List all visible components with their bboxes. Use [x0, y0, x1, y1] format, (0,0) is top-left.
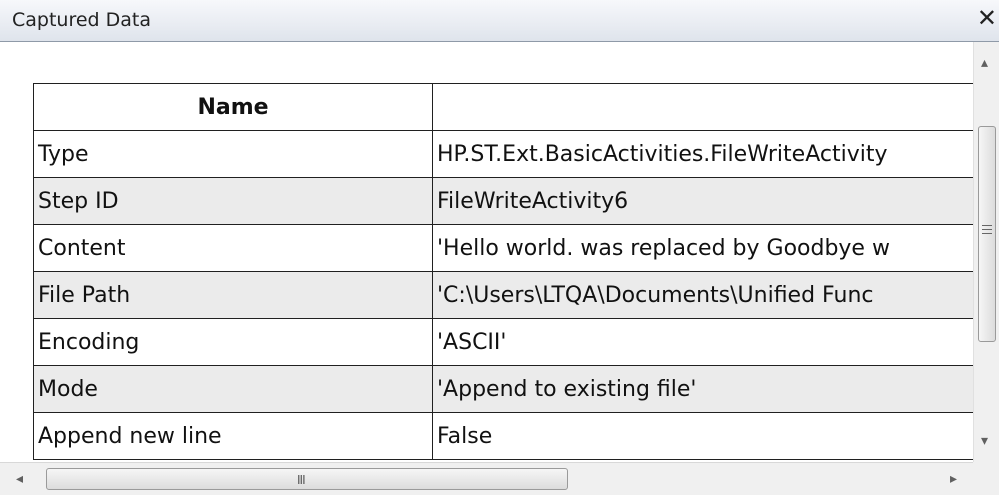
scrollbar-corner: [973, 462, 999, 495]
table-row[interactable]: Mode 'Append to existing file': [33, 365, 973, 413]
scroll-up-icon[interactable]: ▴: [981, 56, 988, 70]
scroll-right-icon[interactable]: ▸: [950, 472, 957, 486]
title-bar: Captured Data ✕: [0, 0, 999, 42]
table-row[interactable]: Type HP.ST.Ext.BasicActivities.FileWrite…: [33, 130, 973, 178]
table-row[interactable]: File Path 'C:\Users\LTQA\Documents\Unifi…: [33, 271, 973, 319]
grip-line: [982, 229, 992, 230]
table-header-row: Name: [33, 83, 973, 131]
value-column-header[interactable]: [432, 83, 973, 131]
table-row[interactable]: Step ID FileWriteActivity6: [33, 177, 973, 225]
vertical-scroll-thumb[interactable]: [978, 126, 996, 342]
row-name-cell: Step ID: [33, 177, 433, 225]
row-value-cell: 'Hello world. was replaced by Goodbye w: [432, 224, 973, 272]
table-row[interactable]: Content 'Hello world. was replaced by Go…: [33, 224, 973, 272]
row-name-cell: Mode: [33, 365, 433, 413]
row-name-cell: File Path: [33, 271, 433, 319]
grip-line: [982, 233, 992, 234]
scroll-down-icon[interactable]: ▾: [981, 434, 988, 448]
row-name-cell: Content: [33, 224, 433, 272]
table-row[interactable]: Append new line False: [33, 412, 973, 460]
horizontal-scroll-thumb[interactable]: III: [46, 468, 568, 490]
row-value-cell: False: [432, 412, 973, 460]
horizontal-scrollbar[interactable]: ◂ III ▸: [0, 462, 973, 495]
scroll-left-icon[interactable]: ◂: [16, 472, 23, 486]
table-row[interactable]: Encoding 'ASCII': [33, 318, 973, 366]
close-icon[interactable]: ✕: [977, 6, 997, 30]
row-name-cell: Append new line: [33, 412, 433, 460]
row-value-cell: 'C:\Users\LTQA\Documents\Unified Func: [432, 271, 973, 319]
name-column-header[interactable]: Name: [33, 83, 433, 131]
row-value-cell: HP.ST.Ext.BasicActivities.FileWriteActiv…: [432, 130, 973, 178]
row-name-cell: Type: [33, 130, 433, 178]
captured-data-pane: Name Type HP.ST.Ext.BasicActivities.File…: [0, 42, 973, 462]
grip-icon: III: [297, 473, 306, 487]
grip-line: [982, 225, 992, 226]
window-title: Captured Data: [12, 9, 152, 31]
row-value-cell: 'ASCII': [432, 318, 973, 366]
row-value-cell: FileWriteActivity6: [432, 177, 973, 225]
captured-data-table: Name Type HP.ST.Ext.BasicActivities.File…: [33, 83, 973, 460]
row-name-cell: Encoding: [33, 318, 433, 366]
vertical-scrollbar[interactable]: ▴ ▾: [973, 42, 999, 462]
row-value-cell: 'Append to existing file': [432, 365, 973, 413]
